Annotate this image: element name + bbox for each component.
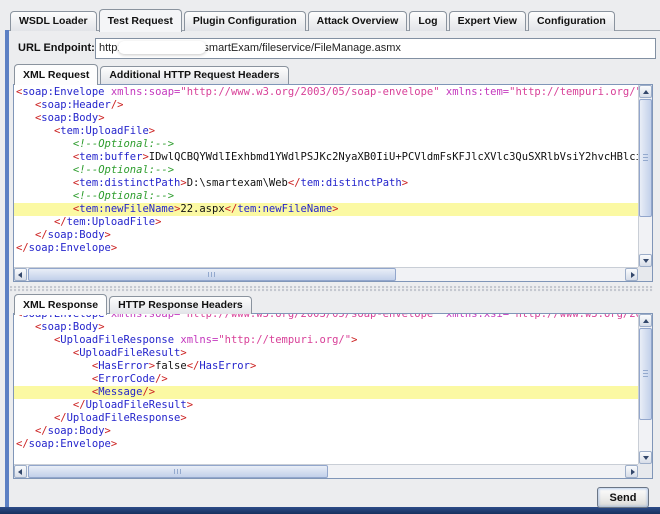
scroll-right-button[interactable] [625, 268, 638, 281]
request-vertical-scrollbar[interactable] [638, 85, 652, 267]
vertical-scrollbar-thumb[interactable] [639, 328, 652, 420]
url-endpoint-field[interactable]: http: smartExam/fileservice/FileManage.as… [95, 38, 656, 59]
scroll-down-button[interactable] [639, 254, 652, 267]
request-horizontal-scrollbar[interactable] [14, 267, 638, 281]
url-endpoint-label: URL Endpoint: [18, 42, 95, 54]
scroll-down-button[interactable] [639, 451, 652, 464]
down-arrow-icon [643, 259, 649, 263]
highlighted-code-line: <tem:newFileName>22.aspx</tem:newFileNam… [14, 203, 638, 216]
code-line: </soap:Body> [14, 425, 638, 438]
code-line: <HasError>false</HasError> [14, 360, 638, 373]
scrollbar-corner [638, 267, 652, 281]
code-line: <tem:UploadFile> [14, 125, 638, 138]
tab-attack-overview[interactable]: Attack Overview [308, 11, 408, 31]
tab-test-request[interactable]: Test Request [99, 9, 182, 32]
code-line: </soap:Body> [14, 229, 638, 242]
code-line: <ErrorCode/> [14, 373, 638, 386]
tab-wsdl-loader[interactable]: WSDL Loader [10, 11, 97, 31]
right-arrow-icon [631, 272, 635, 278]
scroll-up-button[interactable] [639, 85, 652, 98]
window-bottom-edge [0, 507, 660, 514]
tab-configuration[interactable]: Configuration [528, 11, 615, 31]
horizontal-scrollbar-thumb[interactable] [28, 268, 396, 281]
url-value-prefix: http: [99, 42, 120, 54]
tab-http-response-headers[interactable]: HTTP Response Headers [109, 296, 252, 314]
window-left-edge [5, 30, 9, 507]
tab-xml-response[interactable]: XML Response [14, 294, 107, 315]
code-line: <soap:Envelope xmlns:soap="http://www.w3… [14, 86, 638, 99]
vertical-scrollbar-thumb[interactable] [639, 99, 652, 217]
up-arrow-icon [643, 319, 649, 323]
code-line: <!--Optional:--> [14, 190, 638, 203]
response-xml-code[interactable]: <soap:Envelope xmlns:soap="http://www.w3… [14, 314, 638, 464]
request-xml-code[interactable]: <soap:Envelope xmlns:soap="http://www.w3… [14, 85, 638, 267]
tab-plugin-configuration[interactable]: Plugin Configuration [184, 11, 306, 31]
code-line: <UploadFileResponse xmlns="http://tempur… [14, 334, 638, 347]
url-value-suffix: smartExam/fileservice/FileManage.asmx [203, 42, 400, 54]
left-arrow-icon [18, 469, 22, 475]
tab-log[interactable]: Log [409, 11, 446, 31]
code-line: <tem:distinctPath>D:\smartexam\Web</tem:… [14, 177, 638, 190]
code-line: <!--Optional:--> [14, 164, 638, 177]
response-horizontal-scrollbar[interactable] [14, 464, 638, 478]
scroll-up-button[interactable] [639, 314, 652, 327]
down-arrow-icon [643, 456, 649, 460]
code-line: <tem:buffer>IDwlQCBQYWdlIExhbmd1YWdlPSJK… [14, 151, 638, 164]
scroll-right-button[interactable] [625, 465, 638, 478]
code-line: </soap:Envelope> [14, 438, 638, 451]
tab-additional-http-request-headers[interactable]: Additional HTTP Request Headers [100, 66, 288, 84]
tab-expert-view[interactable]: Expert View [449, 11, 526, 31]
send-button[interactable]: Send [597, 487, 649, 508]
main-tab-bar: WSDL LoaderTest RequestPlugin Configurat… [10, 8, 617, 31]
code-line: <soap:Header/> [14, 99, 638, 112]
request-xml-editor[interactable]: <soap:Envelope xmlns:soap="http://www.w3… [13, 84, 653, 282]
code-line: </UploadFileResponse> [14, 412, 638, 425]
code-line: </soap:Envelope> [14, 242, 638, 255]
horizontal-scrollbar-thumb[interactable] [28, 465, 328, 478]
scroll-left-button[interactable] [14, 268, 27, 281]
response-vertical-scrollbar[interactable] [638, 314, 652, 464]
code-line: <soap:Envelope xmlns:soap="http://www.w3… [14, 314, 638, 321]
code-line: <soap:Body> [14, 321, 638, 334]
right-arrow-icon [631, 469, 635, 475]
response-xml-editor[interactable]: <soap:Envelope xmlns:soap="http://www.w3… [13, 313, 653, 479]
tab-xml-request[interactable]: XML Request [14, 64, 98, 85]
code-line: <!--Optional:--> [14, 138, 638, 151]
code-line: <soap:Body> [14, 112, 638, 125]
ws-attacker-window: { "main_tabs": { "items": ["WSDL Loader"… [0, 0, 660, 514]
split-divider[interactable] [10, 286, 654, 292]
scroll-left-button[interactable] [14, 465, 27, 478]
response-tab-bar: XML ResponseHTTP Response Headers [14, 294, 254, 314]
code-line: </tem:UploadFile> [14, 216, 638, 229]
code-line: <UploadFileResult> [14, 347, 638, 360]
highlighted-code-line: <Message/> [14, 386, 638, 399]
up-arrow-icon [643, 90, 649, 94]
code-line: </UploadFileResult> [14, 399, 638, 412]
redacted-region [118, 41, 206, 54]
scrollbar-corner [638, 464, 652, 478]
left-arrow-icon [18, 272, 22, 278]
request-tab-bar: XML RequestAdditional HTTP Request Heade… [14, 64, 291, 84]
